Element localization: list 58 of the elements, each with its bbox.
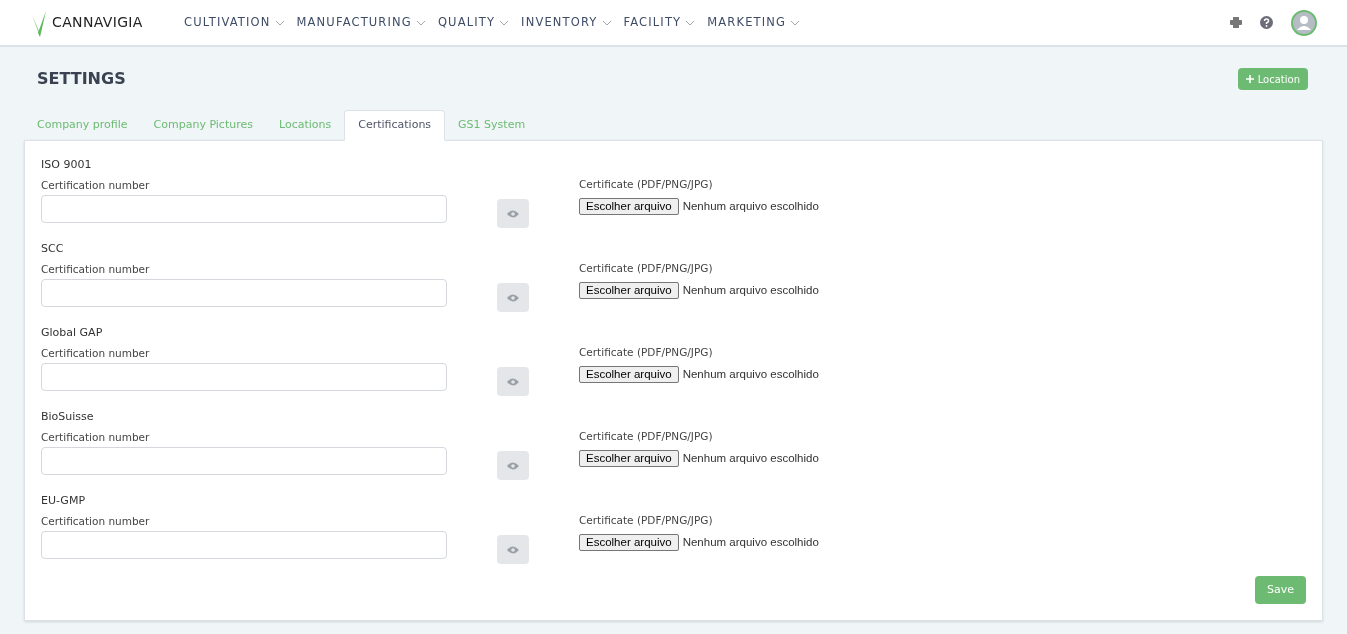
certification-name: Global GAP: [41, 325, 104, 340]
field-label: Certification number: [41, 514, 151, 529]
file-status: Nenhum arquivo escolhido: [682, 451, 819, 466]
file-label: Certificate (PDF/PNG/JPG): [579, 261, 714, 276]
field-label: Certification number: [41, 262, 151, 277]
menu-item[interactable]: INVENTORY: [521, 13, 612, 32]
menu-item[interactable]: CULTIVATION: [184, 13, 285, 32]
certification-name: ISO 9001: [41, 157, 93, 172]
logo-text: CANNAVIGIA: [52, 13, 143, 32]
help-icon[interactable]: [1260, 16, 1273, 29]
certification-name: SCC: [41, 241, 65, 256]
chevron-down-icon: [415, 19, 426, 26]
eye-icon: [507, 545, 519, 554]
field-label: Certification number: [41, 430, 151, 445]
file-label: Certificate (PDF/PNG/JPG): [579, 177, 714, 192]
field-label: Certification number: [41, 178, 151, 193]
certification-name: EU-GMP: [41, 493, 87, 508]
avatar-icon[interactable]: [1291, 9, 1317, 36]
file-status: Nenhum arquivo escolhido: [682, 367, 819, 382]
view-button[interactable]: [497, 451, 529, 480]
file-status: Nenhum arquivo escolhido: [682, 283, 819, 298]
menu-item[interactable]: MARKETING: [707, 13, 801, 32]
chevron-down-icon: [685, 19, 696, 26]
file-status: Nenhum arquivo escolhido: [682, 535, 819, 550]
file-label: Certificate (PDF/PNG/JPG): [579, 345, 714, 360]
chevron-down-icon: [274, 19, 285, 26]
certification-number-field[interactable]: [41, 447, 447, 475]
certification-number-field[interactable]: [41, 363, 447, 391]
menu-item[interactable]: QUALITY: [437, 13, 510, 32]
eye-icon: [507, 461, 519, 470]
menu-item[interactable]: MANUFACTURING: [296, 13, 426, 32]
chevron-down-icon: [790, 19, 801, 26]
eye-icon: [507, 377, 519, 386]
eye-icon: [507, 293, 519, 302]
view-button[interactable]: [497, 367, 529, 396]
file-label: Certificate (PDF/PNG/JPG): [579, 513, 714, 528]
view-button[interactable]: [497, 535, 529, 564]
choose-file-button[interactable]: Escolher arquivo: [579, 366, 679, 384]
certification-number-field[interactable]: [41, 279, 447, 307]
plus-icon: [1245, 75, 1254, 83]
choose-file-button[interactable]: Escolher arquivo: [579, 198, 679, 216]
choose-file-button[interactable]: Escolher arquivo: [579, 282, 679, 300]
eye-icon: [507, 209, 519, 218]
field-label: Certification number: [41, 346, 151, 361]
certification-number-field[interactable]: [41, 195, 447, 223]
file-status: Nenhum arquivo escolhido: [682, 199, 819, 214]
chevron-down-icon: [499, 19, 510, 26]
view-button[interactable]: [497, 199, 529, 228]
view-button[interactable]: [497, 283, 529, 312]
chevron-down-icon: [601, 19, 612, 26]
certification-number-field[interactable]: [41, 531, 447, 559]
choose-file-button[interactable]: Escolher arquivo: [579, 450, 679, 468]
file-label: Certificate (PDF/PNG/JPG): [579, 429, 714, 444]
tab[interactable]: Certifications: [344, 110, 446, 141]
menu-item[interactable]: FACILITY: [623, 13, 696, 32]
certification-name: BioSuisse: [41, 409, 95, 424]
page-title: SETTINGS: [37, 68, 126, 90]
choose-file-button[interactable]: Escolher arquivo: [579, 534, 679, 552]
